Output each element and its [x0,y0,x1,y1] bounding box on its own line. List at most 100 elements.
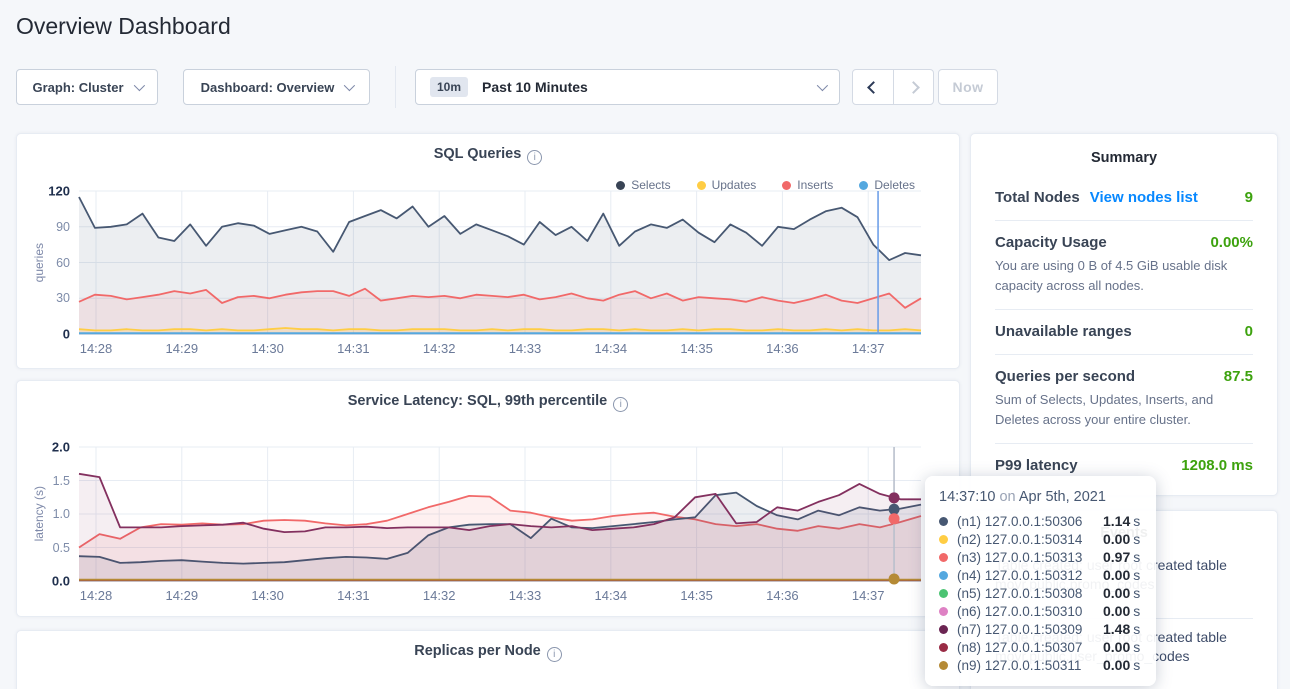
view-nodes-list-link[interactable]: View nodes list [1090,189,1198,206]
legend-dot [616,181,625,190]
node-color-dot [939,535,948,544]
now-button[interactable]: Now [938,69,998,105]
node-address: (n8) 127.0.0.1:50307 [957,640,1103,655]
y-axis-tick: 120 [48,184,70,199]
y-axis-tick: 1.0 [53,507,70,521]
capacity-usage-value: 0.00% [1210,234,1253,251]
legend-dot [859,181,868,190]
y-axis-label: latency (s) [32,486,46,541]
node-latency-value: 0.00s [1103,639,1140,655]
legend-item[interactable]: Updates [697,178,757,192]
node-color-dot [939,625,948,634]
graph-dropdown[interactable]: Graph: Cluster [16,69,158,105]
node-address: (n4) 127.0.0.1:50312 [957,568,1103,583]
x-axis-tick: 14:29 [166,588,199,603]
x-axis-tick: 14:33 [509,341,542,356]
chevron-right-icon [907,81,920,94]
next-time-button[interactable] [893,70,933,104]
chart-plot-area[interactable]: 030609012014:2814:2914:3014:3114:3214:33… [79,191,921,334]
legend-item[interactable]: Inserts [782,178,833,192]
chevron-left-icon [867,81,880,94]
p99-latency-label: P99 latency [995,457,1078,474]
node-address: (n9) 127.0.0.1:50311 [957,658,1103,673]
y-axis-tick: 0 [63,327,70,342]
time-range-label: Past 10 Minutes [482,79,588,95]
tooltip-node-row: (n7) 127.0.0.1:503091.48s [939,620,1142,638]
y-axis-tick: 0.5 [53,541,70,555]
node-color-dot [939,517,948,526]
x-axis-tick: 14:28 [80,341,113,356]
tooltip-node-row: (n6) 127.0.0.1:503100.00s [939,602,1142,620]
prev-time-button[interactable] [853,70,893,104]
info-icon[interactable]: i [613,397,628,412]
time-range-selector[interactable]: 10m Past 10 Minutes [415,69,840,105]
tooltip-node-row: (n1) 127.0.0.1:503061.14s [939,512,1142,530]
p99-latency-value: 1208.0 ms [1181,457,1253,474]
legend-dot [782,181,791,190]
node-latency-value: 0.00s [1103,567,1140,583]
tooltip-node-row: (n2) 127.0.0.1:503140.00s [939,530,1142,548]
y-axis-tick: 90 [56,220,70,234]
y-axis-tick: 0.0 [52,574,70,589]
y-axis-tick: 60 [56,256,70,270]
node-latency-value: 0.97s [1103,549,1140,565]
tooltip-node-row: (n5) 127.0.0.1:503080.00s [939,584,1142,602]
controls-divider [395,66,396,108]
info-icon[interactable]: i [547,647,562,662]
service-latency-chart-card: Service Latency: SQL, 99th percentilei l… [16,380,960,617]
chart-legend: Selects Updates Inserts Deletes [616,178,915,192]
node-address: (n1) 127.0.0.1:50306 [957,514,1103,529]
x-axis-tick: 14:34 [595,588,628,603]
x-axis-tick: 14:29 [166,341,199,356]
node-color-dot [939,571,948,580]
node-color-dot [939,589,948,598]
legend-item[interactable]: Selects [616,178,670,192]
x-axis-tick: 14:31 [337,588,370,603]
x-axis-tick: 14:30 [251,588,284,603]
x-axis-tick: 14:36 [766,588,799,603]
queries-per-second-value: 87.5 [1224,368,1253,385]
summary-title: Summary [971,134,1277,166]
node-color-dot [939,607,948,616]
chevron-down-icon [817,80,828,91]
x-axis-tick: 14:30 [251,341,284,356]
chevron-down-icon [344,80,355,91]
node-address: (n6) 127.0.0.1:50310 [957,604,1103,619]
time-range-chip: 10m [430,77,468,97]
x-axis-tick: 14:35 [680,341,713,356]
p99-latency-row: P99 latency 1208.0 ms [995,444,1253,474]
overview-dashboard-page: Overview Dashboard Graph: Cluster Dashbo… [0,0,1290,689]
total-nodes-label: Total Nodes [995,189,1080,206]
summary-card: Summary Total Nodes View nodes list 9 Ca… [970,133,1278,496]
x-axis-tick: 14:32 [423,341,456,356]
node-address: (n3) 127.0.0.1:50313 [957,550,1103,565]
queries-per-second-description: Sum of Selects, Updates, Inserts, and De… [995,385,1253,429]
chart-plot-area[interactable]: 0.00.51.01.52.014:2814:2914:3014:3114:32… [79,447,921,581]
x-axis-tick: 14:33 [509,588,542,603]
sql-queries-chart-card: SQL Queriesi SelectsUpdatesInsertsDelete… [16,133,960,369]
x-axis-tick: 14:28 [80,588,113,603]
tooltip-node-row: (n9) 127.0.0.1:503110.00s [939,656,1142,674]
tooltip-node-row: (n8) 127.0.0.1:503070.00s [939,638,1142,656]
page-title: Overview Dashboard [16,13,231,40]
chevron-down-icon [133,80,144,91]
replicas-per-node-chart-card: Replicas per Nodei [16,630,960,689]
legend-dot [697,181,706,190]
info-icon[interactable]: i [527,150,542,165]
capacity-usage-row: Capacity Usage 0.00% [995,221,1253,251]
graph-dropdown-label: Graph: Cluster [32,80,123,95]
dashboard-dropdown[interactable]: Dashboard: Overview [183,69,370,105]
node-latency-value: 0.00s [1103,657,1140,673]
chart-title: Replicas per Nodei [17,643,959,662]
capacity-usage-description: You are using 0 B of 4.5 GiB usable disk… [995,251,1253,295]
unavailable-ranges-label: Unavailable ranges [995,323,1132,340]
node-color-dot [939,553,948,562]
node-latency-value: 1.14s [1103,513,1140,529]
legend-item[interactable]: Deletes [859,178,915,192]
x-axis-tick: 14:32 [423,588,456,603]
total-nodes-value: 9 [1245,189,1253,206]
dashboard-dropdown-label: Dashboard: Overview [201,80,335,95]
x-axis-tick: 14:35 [680,588,713,603]
unavailable-ranges-value: 0 [1245,323,1253,340]
queries-per-second-row: Queries per second 87.5 [995,355,1253,385]
